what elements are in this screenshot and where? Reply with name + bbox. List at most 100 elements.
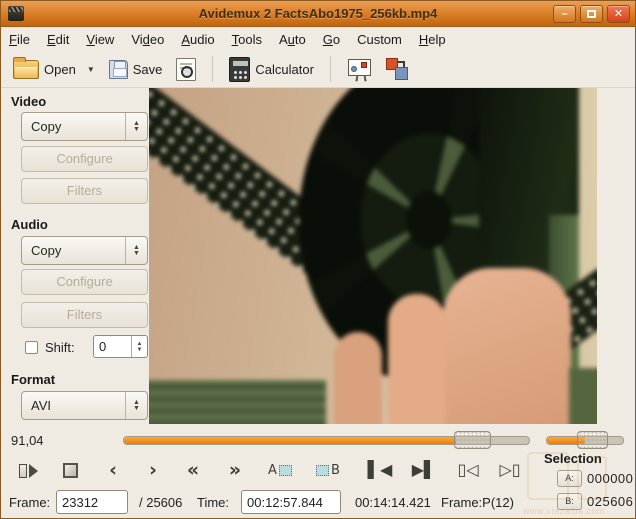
selection-end-value: 025606 <box>587 494 633 509</box>
menu-tools[interactable]: Tools <box>232 32 262 47</box>
swap-button[interactable] <box>382 55 412 83</box>
scripting-button[interactable] <box>344 56 374 83</box>
format-value: AVI <box>22 398 125 413</box>
window-title: Avidemux 2 FactsAbo1975_256kb.mp4 <box>1 6 635 21</box>
video-preview <box>149 88 597 424</box>
next-keyframe-icon: ▷▯ <box>499 460 520 479</box>
set-marker-b-button[interactable]: B <box>305 454 349 482</box>
open-label: Open <box>44 62 76 77</box>
format-select[interactable]: AVI ▲ ▼ <box>21 391 148 420</box>
audio-section-title: Audio <box>11 217 48 232</box>
menu-audio[interactable]: Audio <box>181 32 214 47</box>
shift-label: Shift: <box>45 340 75 355</box>
menu-help[interactable]: Help <box>419 32 446 47</box>
audio-codec-value: Copy <box>22 243 125 258</box>
timeline-slider-handle[interactable] <box>454 431 491 449</box>
duration-value: 00:14:14.421 <box>355 495 431 510</box>
maximize-icon <box>587 10 596 18</box>
previous-frame-button[interactable]: ‹ <box>95 454 129 482</box>
shift-spinbox[interactable]: 0 ▲ ▼ <box>93 335 148 358</box>
finger <box>334 332 382 424</box>
menu-view[interactable]: View <box>86 32 114 47</box>
video-section-title: Video <box>11 94 46 109</box>
video-codec-value: Copy <box>22 119 125 134</box>
menu-go[interactable]: Go <box>323 32 340 47</box>
next-black-frame-button[interactable]: ▶▌ <box>407 454 441 482</box>
spin-down-icon: ▼ <box>133 406 140 412</box>
time-input[interactable] <box>241 490 341 514</box>
menu-video[interactable]: Video <box>131 32 164 47</box>
spin-down-icon: ▼ <box>133 127 140 133</box>
stop-icon <box>63 463 78 478</box>
avidemux-window: Avidemux 2 FactsAbo1975_256kb.mp4 – ✕ Fi… <box>0 0 636 519</box>
machine-corner <box>569 368 597 424</box>
spin-down-icon: ▼ <box>133 251 140 257</box>
toolbar-separator <box>212 56 213 82</box>
previous-keyframe-button[interactable]: ▯◁ <box>451 454 485 482</box>
next-keyframe-button[interactable]: ▷▯ <box>493 454 527 482</box>
toolbar-separator <box>330 56 331 82</box>
play-button[interactable] <box>11 454 45 482</box>
properties-icon <box>176 58 196 81</box>
toolbar: Open ▼ Save Calculator <box>1 51 635 88</box>
audio-codec-select[interactable]: Copy ▲ ▼ <box>21 236 148 265</box>
frame-total: / 25606 <box>139 495 182 510</box>
menu-file[interactable]: File <box>9 32 30 47</box>
frame-input[interactable] <box>56 490 128 514</box>
menu-custom[interactable]: Custom <box>357 32 402 47</box>
shift-spinner[interactable]: ▲ ▼ <box>131 336 147 357</box>
save-label: Save <box>133 62 163 77</box>
play-icon <box>19 464 27 478</box>
machine-base <box>149 380 326 424</box>
set-marker-a-button[interactable]: A <box>259 454 303 482</box>
stop-button[interactable] <box>53 454 87 482</box>
marker-a-icon <box>279 465 292 476</box>
frame-type-value: Frame:P(12) <box>441 495 514 510</box>
next-frame-button[interactable]: › <box>135 454 169 482</box>
titlebar: Avidemux 2 FactsAbo1975_256kb.mp4 – ✕ <box>1 1 635 27</box>
open-folder-icon <box>13 60 39 79</box>
status-bar: Frame: / 25606 Time: 00:14:14.421 Frame:… <box>1 487 541 519</box>
calculator-button[interactable]: Calculator <box>226 55 317 84</box>
audio-filters-button[interactable]: Filters <box>21 302 148 328</box>
format-spinner[interactable]: ▲ ▼ <box>125 392 147 419</box>
menu-auto[interactable]: Auto <box>279 32 306 47</box>
hand <box>443 268 571 424</box>
close-button[interactable]: ✕ <box>607 5 630 23</box>
audio-codec-spinner[interactable]: ▲ ▼ <box>125 237 147 264</box>
prev-keyframe-icon: ▯◁ <box>457 460 478 479</box>
calculator-label: Calculator <box>255 62 314 77</box>
calculator-icon <box>229 57 250 82</box>
open-dropdown-icon[interactable]: ▼ <box>87 65 95 74</box>
spin-down-icon: ▼ <box>137 347 143 353</box>
whiteboard-icon <box>347 58 371 81</box>
rewind-button[interactable]: « <box>175 454 209 482</box>
maximize-button[interactable] <box>580 5 603 23</box>
minimize-button[interactable]: – <box>553 5 576 23</box>
video-properties-button[interactable] <box>173 56 199 83</box>
save-floppy-icon <box>109 60 128 79</box>
video-codec-spinner[interactable]: ▲ ▼ <box>125 113 147 140</box>
app-icon <box>8 6 24 21</box>
prev-black-frame-icon: ▌◀ <box>368 460 393 479</box>
video-filters-button[interactable]: Filters <box>21 178 148 204</box>
finger <box>388 294 446 424</box>
fast-forward-button[interactable]: » <box>217 454 251 482</box>
video-codec-select[interactable]: Copy ▲ ▼ <box>21 112 148 141</box>
swap-icon <box>385 57 409 81</box>
save-button[interactable]: Save <box>106 58 166 81</box>
video-frame-art <box>149 88 597 424</box>
selection-b-button[interactable]: B: <box>557 493 582 510</box>
previous-black-frame-button[interactable]: ▌◀ <box>363 454 397 482</box>
video-configure-button[interactable]: Configure <box>21 146 148 172</box>
next-frame-icon: › <box>149 459 155 481</box>
timeline-slider-fill <box>124 437 456 444</box>
secondary-slider-handle[interactable] <box>577 431 608 449</box>
selection-a-button[interactable]: A: <box>557 470 582 487</box>
rewind-icon: « <box>187 459 197 481</box>
audio-configure-button[interactable]: Configure <box>21 269 148 295</box>
shift-checkbox[interactable] <box>25 341 38 354</box>
transport-bar: ‹ › « » A B ▌◀ ▶▌ ▯◁ ▷▯ <box>1 454 541 484</box>
open-button[interactable]: Open ▼ <box>10 58 98 81</box>
menu-edit[interactable]: Edit <box>47 32 69 47</box>
